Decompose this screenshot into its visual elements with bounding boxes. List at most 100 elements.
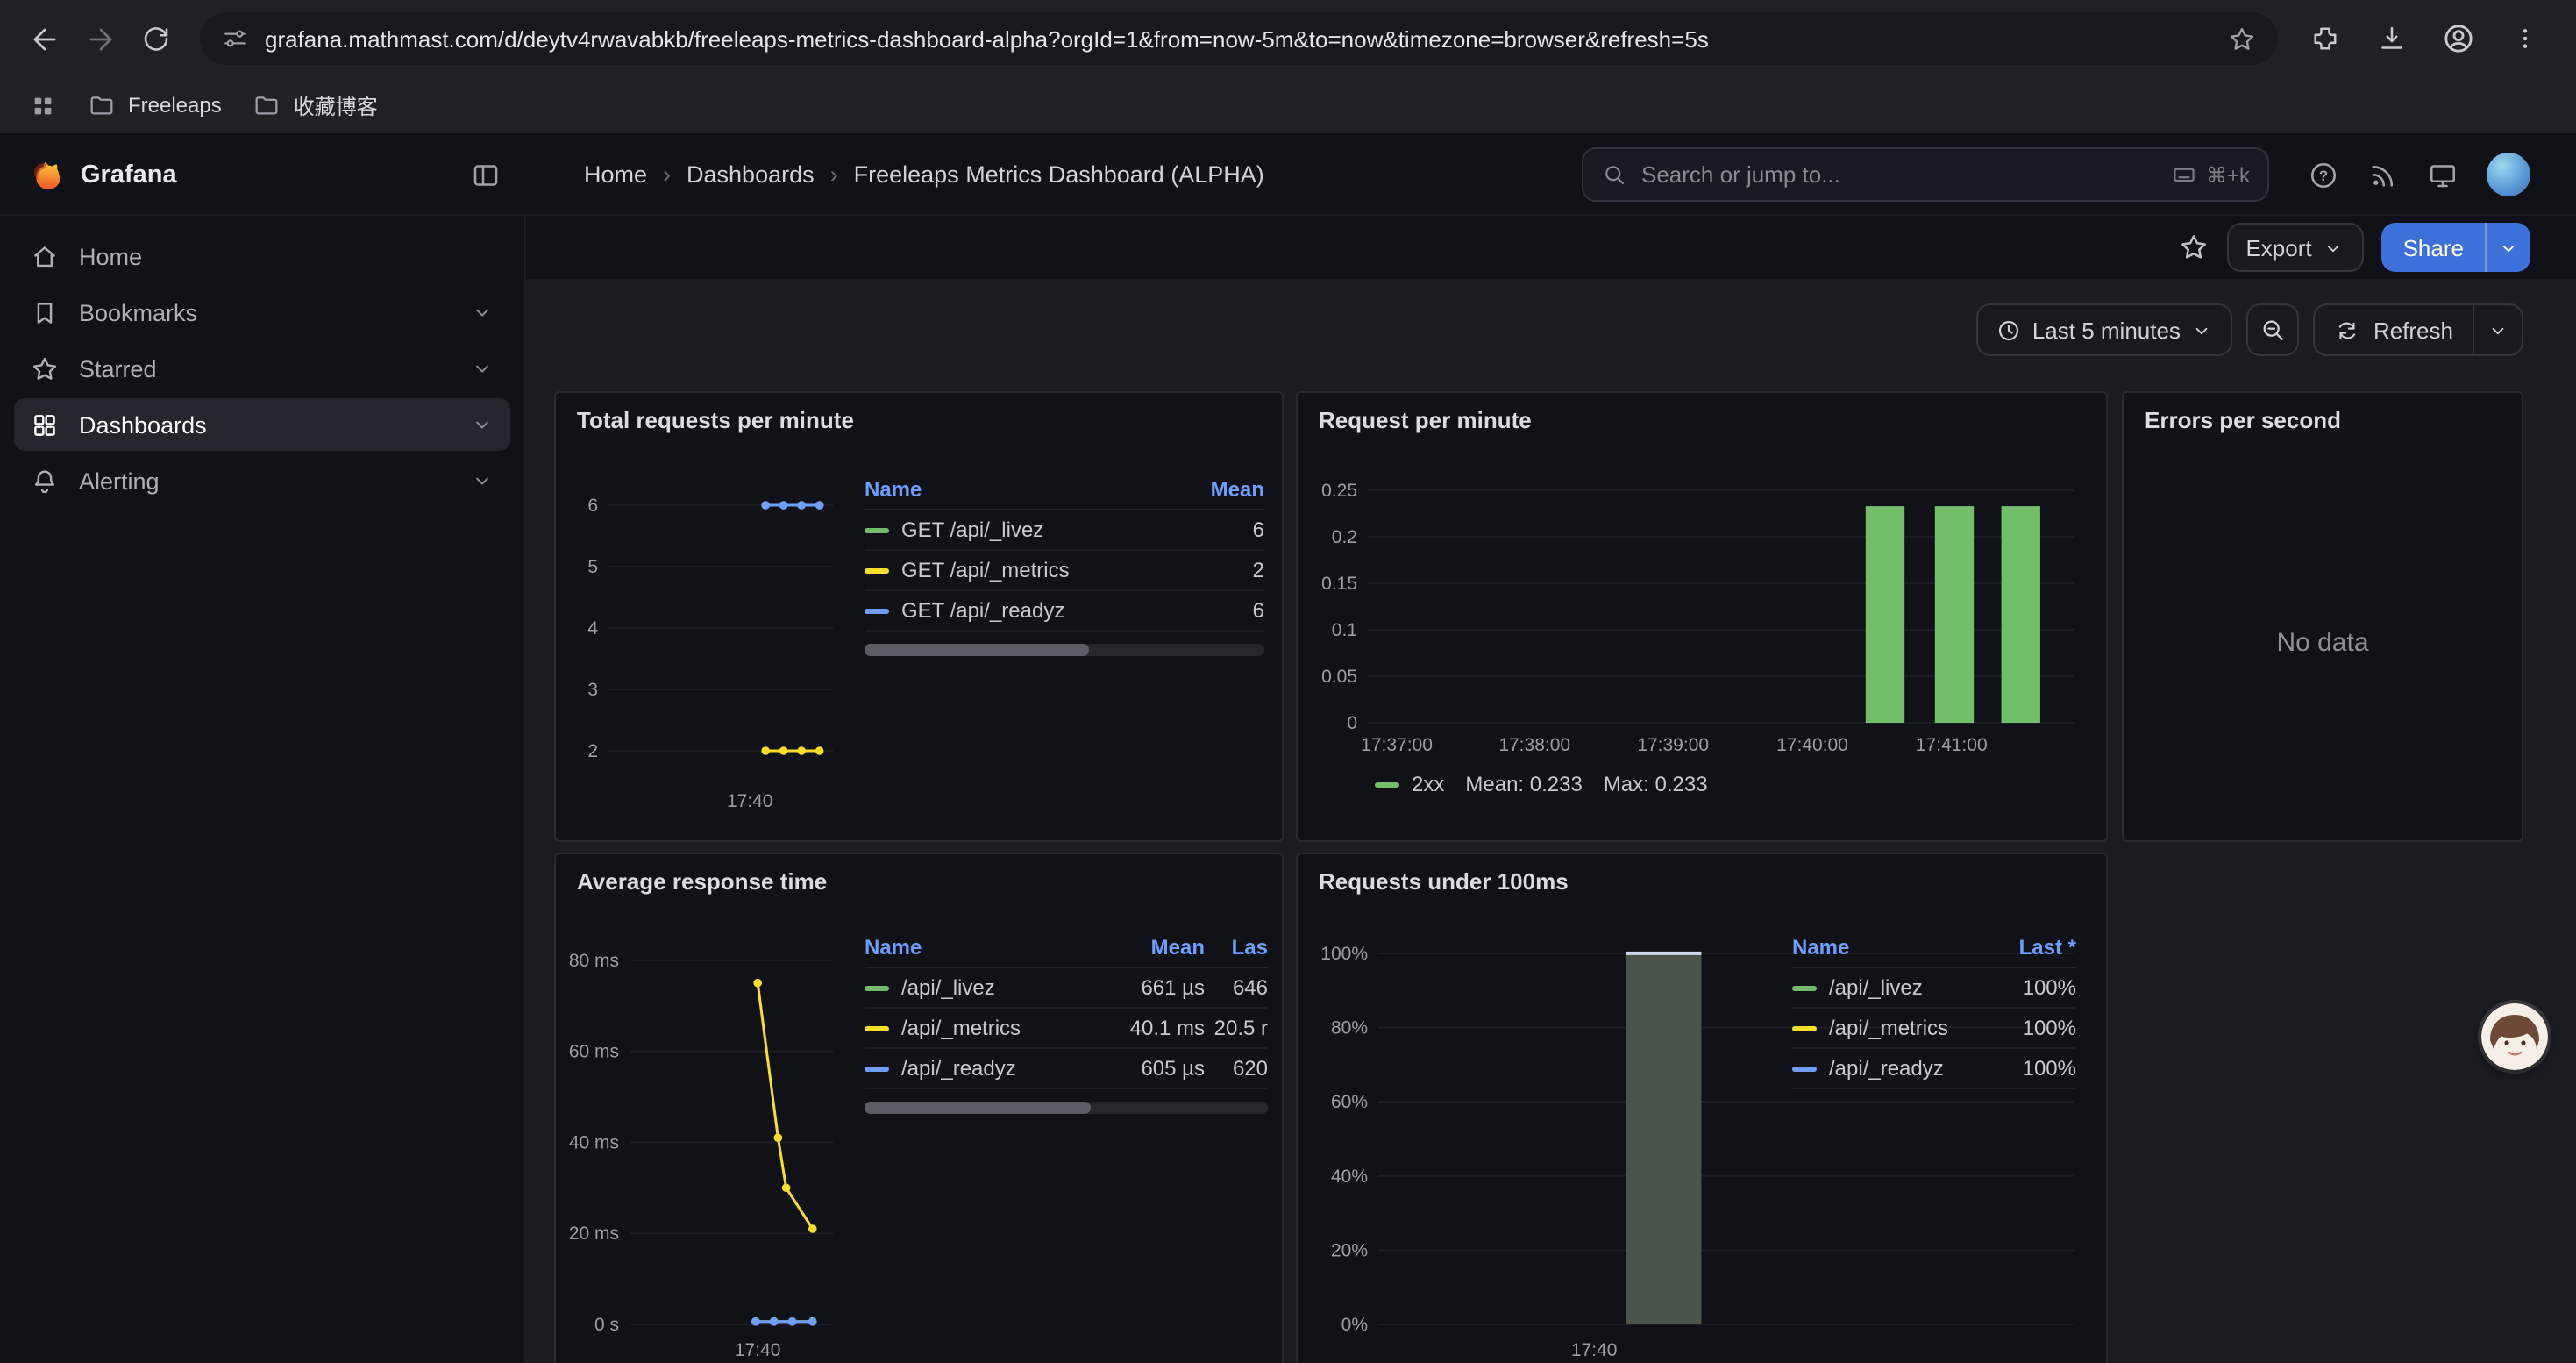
legend-row[interactable]: /api/_metrics 100% xyxy=(1792,1009,2076,1049)
chevron-down-icon[interactable] xyxy=(470,412,495,437)
request-per-minute-chart[interactable]: 0.250.20.150.10.05017:37:0017:38:0017:39… xyxy=(1305,453,2096,765)
sidebar-item-starred[interactable]: Starred xyxy=(14,342,510,395)
nav-sidebar: Home Bookmarks Starred Dashboards Alerti… xyxy=(0,216,526,1363)
sidebar-item-bookmarks[interactable]: Bookmarks xyxy=(14,286,510,339)
help-icon[interactable]: ? xyxy=(2308,159,2339,190)
sidebar-item-dashboards[interactable]: Dashboards xyxy=(14,398,510,451)
legend-header-last[interactable]: Las xyxy=(1205,935,1268,960)
series-color-dash xyxy=(865,1025,889,1031)
legend-header-last[interactable]: Last * xyxy=(2006,935,2076,960)
panel-title[interactable]: Average response time xyxy=(556,854,1282,895)
search-bar[interactable]: ⌘+k xyxy=(1582,147,2269,202)
panel-average-response-time: Average response time 80 ms60 ms40 ms20 … xyxy=(554,853,1284,1363)
apps-grid-icon[interactable] xyxy=(21,84,63,126)
zoom-out-button[interactable] xyxy=(2247,303,2300,356)
legend-header-name[interactable]: Name xyxy=(865,477,1194,502)
grafana-logo-icon[interactable] xyxy=(25,155,63,194)
svg-text:17:40: 17:40 xyxy=(1571,1340,1618,1360)
back-button[interactable] xyxy=(18,12,70,65)
svg-text:6: 6 xyxy=(587,496,598,516)
dashboard-canvas: Last 5 minutes Refresh Total reque xyxy=(526,279,2576,1363)
header-icons: ? xyxy=(2308,153,2530,196)
refresh-button[interactable]: Refresh xyxy=(2316,305,2473,354)
bookmark-folder-blogs[interactable]: 收藏博客 xyxy=(246,87,385,124)
breadcrumb-home[interactable]: Home xyxy=(584,161,647,188)
series-color-dash xyxy=(865,1066,889,1071)
news-icon[interactable] xyxy=(2367,159,2399,190)
bookmark-label: Freeleaps xyxy=(128,93,222,118)
home-icon xyxy=(30,241,60,271)
refresh-interval-chevron-icon[interactable] xyxy=(2474,305,2522,354)
bookmark-icon xyxy=(30,297,60,327)
svg-text:80 ms: 80 ms xyxy=(569,951,619,971)
kiosk-monitor-icon[interactable] xyxy=(2427,159,2459,190)
search-input[interactable] xyxy=(1641,161,2157,188)
panel-title[interactable]: Requests under 100ms xyxy=(1298,854,2106,895)
breadcrumb-dashboards[interactable]: Dashboards xyxy=(687,161,815,188)
user-avatar[interactable] xyxy=(2487,153,2530,196)
svg-text:0.2: 0.2 xyxy=(1332,527,1357,547)
panel-title[interactable]: Total requests per minute xyxy=(556,393,1282,433)
legend-scrollbar[interactable] xyxy=(865,644,1264,656)
browser-menu-icon[interactable] xyxy=(2499,12,2551,65)
legend-row[interactable]: /api/_livez 100% xyxy=(1792,968,2076,1009)
export-button[interactable]: Export xyxy=(2226,223,2364,272)
legend-row[interactable]: GET /api/_livez 6 xyxy=(865,510,1264,551)
sidebar-item-alerting[interactable]: Alerting xyxy=(14,454,510,507)
legend-row[interactable]: /api/_readyz 100% xyxy=(1792,1049,2076,1089)
panel-title[interactable]: Errors per second xyxy=(2124,393,2522,433)
svg-text:0.1: 0.1 xyxy=(1332,620,1357,640)
legend-header-name[interactable]: Name xyxy=(1792,935,2006,960)
url-bar[interactable]: grafana.mathmast.com/d/deytv4rwavabkb/fr… xyxy=(200,12,2278,65)
panel-title[interactable]: Request per minute xyxy=(1298,393,2106,433)
chevron-down-icon[interactable] xyxy=(470,468,495,493)
scrollbar-thumb[interactable] xyxy=(865,644,1088,656)
refresh-icon xyxy=(2335,317,2361,343)
favorite-star-icon[interactable] xyxy=(2177,232,2209,263)
sidebar-item-home[interactable]: Home xyxy=(14,230,510,282)
legend-row[interactable]: /api/_livez 661 µs 646 xyxy=(865,968,1268,1009)
svg-text:80%: 80% xyxy=(1331,1018,1368,1038)
share-menu-chevron-icon[interactable] xyxy=(2485,223,2530,272)
chevron-down-icon[interactable] xyxy=(470,356,495,381)
legend-row[interactable]: /api/_metrics 40.1 ms 20.5 r xyxy=(865,1009,1268,1049)
clock-icon xyxy=(1996,317,2022,343)
svg-text:5: 5 xyxy=(587,557,598,577)
extensions-icon[interactable] xyxy=(2299,12,2352,65)
svg-text:20 ms: 20 ms xyxy=(569,1224,619,1244)
profile-icon[interactable] xyxy=(2432,12,2485,65)
svg-text:60%: 60% xyxy=(1331,1092,1368,1112)
chevron-down-icon xyxy=(2323,236,2345,259)
downloads-icon[interactable] xyxy=(2366,12,2418,65)
legend-scrollbar[interactable] xyxy=(865,1102,1268,1114)
time-controls: Last 5 minutes Refresh xyxy=(1976,303,2523,356)
legend-header-name[interactable]: Name xyxy=(865,935,1114,960)
scrollbar-thumb[interactable] xyxy=(865,1102,1091,1114)
legend-row[interactable]: GET /api/_readyz 6 xyxy=(865,591,1264,632)
dashboards-grid-icon xyxy=(30,410,60,439)
assistant-avatar[interactable] xyxy=(2481,1003,2548,1070)
total-requests-chart[interactable]: 6543217:40 xyxy=(563,453,850,821)
time-range-picker[interactable]: Last 5 minutes xyxy=(1976,303,2233,356)
series-color-dash xyxy=(1792,1025,1817,1031)
bookmark-star-icon[interactable] xyxy=(2227,24,2257,54)
legend-row[interactable]: /api/_readyz 605 µs 620 xyxy=(865,1049,1268,1089)
legend-row[interactable]: GET /api/_metrics 2 xyxy=(865,551,1264,591)
share-button[interactable]: Share xyxy=(2382,223,2530,272)
grafana-header: Grafana Home › Dashboards › Freeleaps Me… xyxy=(0,135,2576,216)
dashboard-actions: Export Share xyxy=(526,216,2576,279)
forward-button[interactable] xyxy=(74,12,126,65)
brand-name: Grafana xyxy=(81,161,452,189)
collapse-sidebar-icon[interactable] xyxy=(470,159,502,190)
site-info-icon[interactable] xyxy=(221,25,249,53)
reload-button[interactable] xyxy=(130,12,182,65)
svg-text:?: ? xyxy=(2319,168,2328,183)
legend-item[interactable]: 2xx xyxy=(1375,772,1444,796)
bookmark-folder-freeleaps[interactable]: Freeleaps xyxy=(81,88,229,123)
svg-text:0.05: 0.05 xyxy=(1321,667,1357,687)
url-text[interactable]: grafana.mathmast.com/d/deytv4rwavabkb/fr… xyxy=(265,25,2211,52)
chevron-down-icon[interactable] xyxy=(470,300,495,325)
average-response-time-chart[interactable]: 80 ms60 ms40 ms20 ms0 s17:40 xyxy=(563,914,850,1363)
legend-header-mean[interactable]: Mean xyxy=(1114,935,1205,960)
legend-header-mean[interactable]: Mean xyxy=(1194,477,1264,502)
